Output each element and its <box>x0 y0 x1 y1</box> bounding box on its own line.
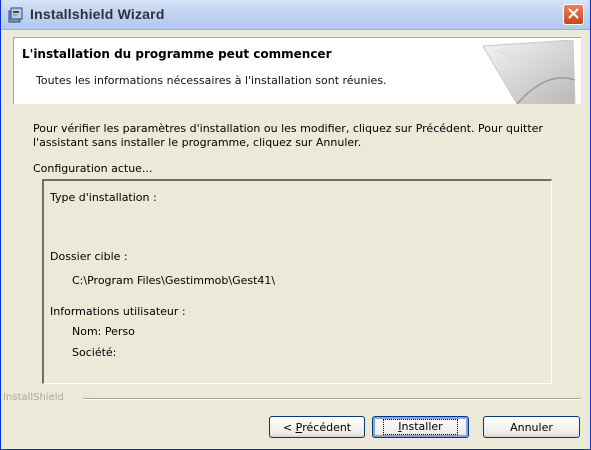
header-artwork <box>477 39 577 105</box>
target-folder-value: C:\Program Files\Gestimmob\Gest41\ <box>72 274 276 287</box>
installshield-brand: InstallShield <box>3 392 64 403</box>
config-section-label: Configuration actue... <box>33 162 153 175</box>
installer-icon <box>7 6 25 24</box>
wizard-header: L'installation du programme peut commenc… <box>13 37 581 105</box>
instructions-text: Pour vérifier les paramètres d'installat… <box>33 122 543 149</box>
back-button-prefix: < <box>282 420 296 434</box>
user-info-label: Informations utilisateur : <box>50 305 186 318</box>
install-button-focus: Installer <box>383 419 458 435</box>
back-button-mnemonic: P <box>295 420 303 434</box>
user-name-value: Nom: Perso <box>72 325 135 338</box>
header-subtitle: Toutes les informations nécessaires à l'… <box>36 74 387 87</box>
header-title: L'installation du programme peut commenc… <box>22 47 332 61</box>
window-title: Installshield Wizard <box>30 6 165 22</box>
install-button-label: nstaller <box>401 420 443 433</box>
title-bar[interactable]: Installshield Wizard <box>1 0 590 30</box>
back-button[interactable]: < Précédent <box>269 416 365 438</box>
cancel-button-label: Annuler <box>510 420 553 434</box>
back-button-label: récédent <box>302 420 352 434</box>
close-icon <box>568 8 579 22</box>
install-button[interactable]: Installer <box>372 416 469 438</box>
cancel-button[interactable]: Annuler <box>483 416 580 438</box>
brand-separator: InstallShield <box>1 392 590 404</box>
target-folder-label: Dossier cible : <box>50 250 128 263</box>
company-value: Société: <box>72 346 117 359</box>
separator-line <box>83 398 581 400</box>
config-summary-box[interactable]: Type d'installation : Dossier cible : C:… <box>42 179 552 384</box>
close-button[interactable] <box>563 4 584 25</box>
install-type-label: Type d'installation : <box>50 191 157 204</box>
installshield-wizard-window: Installshield Wizard L'installation du p… <box>0 0 591 450</box>
